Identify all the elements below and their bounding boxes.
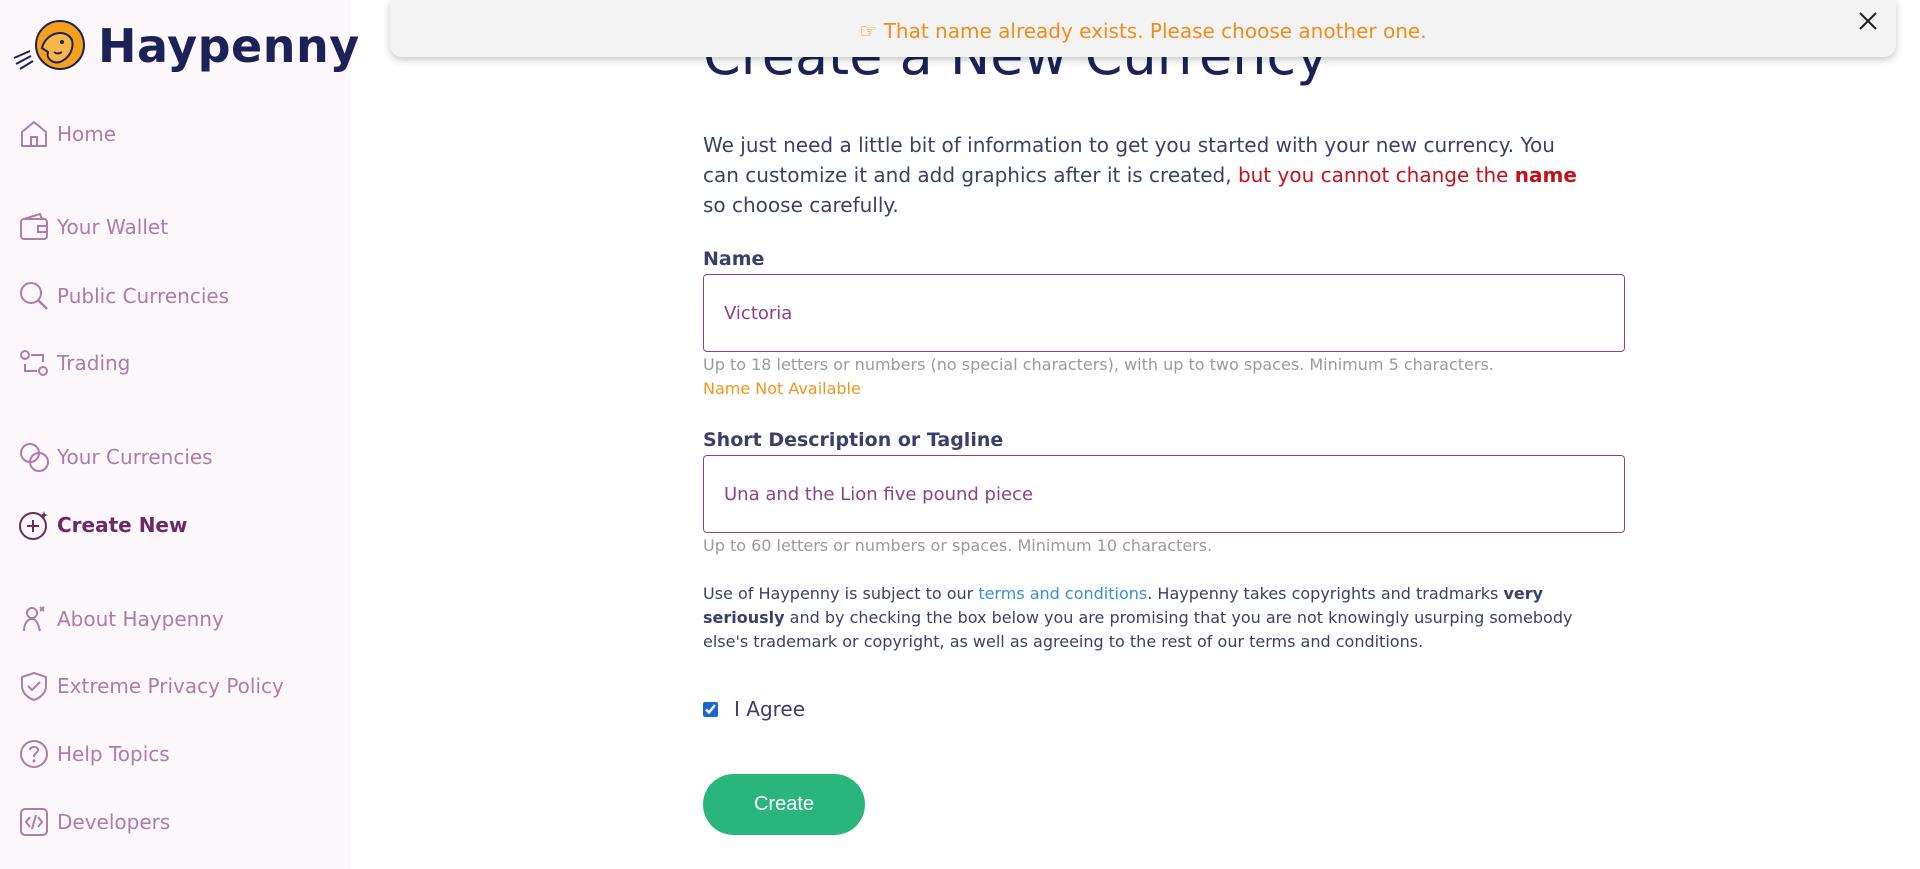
- name-hint: Up to 18 letters or numbers (no special …: [703, 355, 1494, 374]
- agree-checkbox[interactable]: [703, 701, 718, 717]
- tagline-label: Short Description or Tagline: [703, 429, 1004, 451]
- wallet-icon: [18, 211, 50, 243]
- tagline-input[interactable]: [703, 455, 1625, 533]
- intro-text: We just need a little bit of information…: [703, 130, 1583, 220]
- close-icon[interactable]: [1857, 10, 1879, 32]
- sidebar-item-wallet[interactable]: Your Wallet: [18, 210, 168, 244]
- trading-icon: [18, 347, 50, 379]
- sidebar-item-label: Your Currencies: [57, 445, 213, 469]
- search-icon: [18, 280, 50, 312]
- sidebar-item-trading[interactable]: Trading: [18, 346, 130, 380]
- sidebar-item-privacy[interactable]: Extreme Privacy Policy: [18, 669, 284, 703]
- terms-text-part: . Haypenny takes copyrights and tradmark…: [1147, 584, 1504, 603]
- sidebar-item-label: Public Currencies: [57, 284, 230, 308]
- sidebar-item-label: Home: [57, 122, 117, 146]
- create-button[interactable]: Create: [703, 774, 865, 835]
- sidebar-item-home[interactable]: Home: [18, 117, 116, 151]
- terms-text: Use of Haypenny is subject to our terms …: [703, 582, 1583, 654]
- about-icon: [18, 603, 50, 635]
- sidebar-item-public-currencies[interactable]: Public Currencies: [18, 279, 229, 313]
- terms-link[interactable]: terms and conditions: [978, 584, 1147, 603]
- terms-text-part: Use of Haypenny is subject to our: [703, 584, 979, 603]
- tagline-hint: Up to 60 letters or numbers or spaces. M…: [703, 536, 1213, 555]
- sidebar-item-your-currencies[interactable]: Your Currencies: [18, 440, 213, 474]
- sidebar-item-label: Trading: [57, 351, 131, 375]
- sidebar-item-developers[interactable]: Developers: [18, 805, 170, 839]
- sidebar-item-help[interactable]: Help Topics: [18, 737, 170, 771]
- app-name: Haypenny: [98, 19, 360, 73]
- sidebar-item-label: Developers: [57, 810, 171, 834]
- sidebar-item-label: Your Wallet: [57, 215, 169, 239]
- sidebar: Haypenny Home Your Wallet Public Currenc…: [0, 0, 359, 869]
- name-error: Name Not Available: [703, 379, 861, 398]
- agree-label[interactable]: I Agree: [734, 697, 805, 721]
- agree-row: I Agree: [703, 697, 805, 721]
- intro-warning: but you cannot change the name: [1238, 163, 1577, 187]
- error-toast: ☞ That name already exists. Please choos…: [390, 0, 1896, 57]
- name-input[interactable]: [703, 274, 1625, 352]
- terms-text-part: and by checking the box below you are pr…: [703, 608, 1573, 651]
- intro-text-part: so choose carefully.: [703, 193, 899, 217]
- sidebar-item-label: Create New: [57, 513, 188, 537]
- coins-icon: [18, 441, 50, 473]
- help-icon: [18, 738, 50, 770]
- toast-message: ☞ That name already exists. Please choos…: [859, 19, 1427, 43]
- intro-warning-text: but you cannot change the: [1237, 163, 1515, 187]
- sidebar-item-about[interactable]: About Haypenny: [18, 602, 224, 636]
- name-label: Name: [703, 248, 765, 270]
- shield-check-icon: [18, 670, 50, 702]
- code-icon: [18, 806, 50, 838]
- sidebar-item-label: About Haypenny: [57, 607, 224, 631]
- sidebar-item-create-new[interactable]: Create New: [18, 508, 187, 542]
- plus-sparkle-icon: [18, 509, 50, 541]
- intro-warning-bold: name: [1514, 163, 1577, 187]
- sidebar-item-label: Extreme Privacy Policy: [57, 674, 284, 698]
- home-icon: [18, 118, 50, 150]
- sidebar-item-label: Help Topics: [57, 742, 170, 766]
- haypenny-logo-icon: [13, 20, 85, 70]
- logo[interactable]: Haypenny: [12, 18, 360, 74]
